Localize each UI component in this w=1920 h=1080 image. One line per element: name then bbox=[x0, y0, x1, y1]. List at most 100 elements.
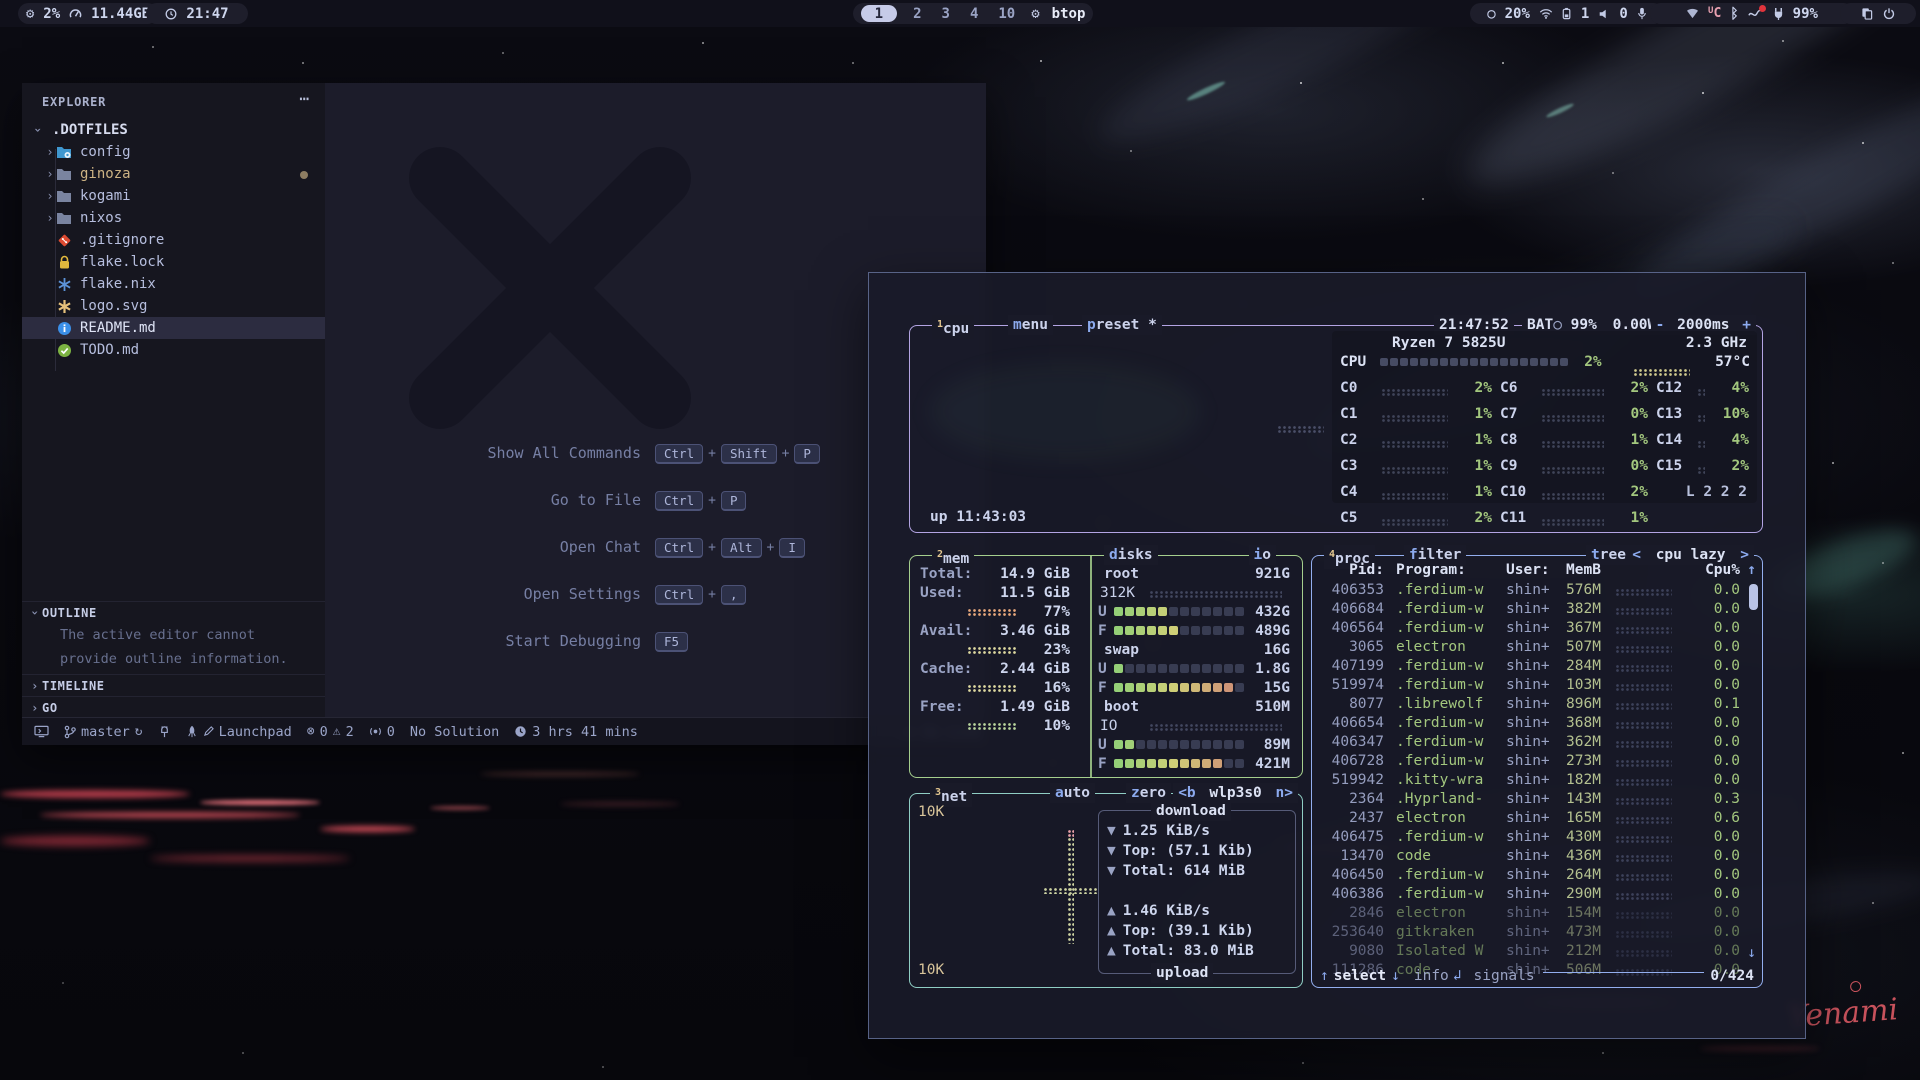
proc-cpu-graph bbox=[1616, 874, 1672, 881]
process-row-406353[interactable]: 406353.ferdium-wshin+576M0.0 bbox=[1312, 580, 1762, 599]
signals-hint[interactable]: signals bbox=[1474, 968, 1535, 984]
process-row-406654[interactable]: 406654.ferdium-wshin+368M0.0 bbox=[1312, 713, 1762, 732]
git-branch-item[interactable]: master ↻ bbox=[64, 724, 143, 740]
clock-pill[interactable]: 21:47 bbox=[146, 3, 248, 24]
disk-meter bbox=[1114, 683, 1246, 692]
outline-message: The active editor cannot provide outline… bbox=[60, 623, 300, 671]
root-folder-row[interactable]: › .DOTFILES bbox=[22, 119, 325, 141]
file-row-logo.svg[interactable]: logo.svg bbox=[22, 295, 325, 317]
sync-icon[interactable]: ↻ bbox=[135, 724, 143, 739]
process-row-406475[interactable]: 406475.ferdium-wshin+430M0.0 bbox=[1312, 827, 1762, 846]
disk-value: 432G bbox=[1246, 604, 1290, 620]
proc-program: .librewolf bbox=[1396, 696, 1500, 712]
core-name: C11 bbox=[1500, 510, 1542, 526]
brightness-icon: ○ bbox=[1487, 6, 1495, 22]
cpu-box-title[interactable]: 1cpu bbox=[932, 315, 974, 339]
process-row-8077[interactable]: 8077.librewolfshin+896M0.1 bbox=[1312, 694, 1762, 713]
net-auto-button[interactable]: auto bbox=[1050, 783, 1095, 803]
process-row-2437[interactable]: 2437electronshin+165M0.6 bbox=[1312, 808, 1762, 827]
btop-net-box: 3net auto zero <b wlp3s0 n> 10K 10K down… bbox=[909, 793, 1303, 988]
workspace-4[interactable]: 4 bbox=[966, 6, 982, 22]
workspace-10[interactable]: 10 bbox=[994, 6, 1019, 22]
hardware-status-pill[interactable]: ○ 20% 1 0 bbox=[1470, 3, 1664, 24]
process-row-2364[interactable]: 2364.Hyprland-shin+143M0.3 bbox=[1312, 789, 1762, 808]
launchpad-item[interactable]: Launchpad bbox=[186, 724, 292, 740]
workspace-3[interactable]: 3 bbox=[938, 6, 954, 22]
remote-indicator[interactable] bbox=[34, 725, 49, 738]
sort-direction-icon[interactable]: ↑ bbox=[1747, 562, 1756, 578]
process-row-519942[interactable]: 519942.kitty-wrashin+182M0.0 bbox=[1312, 770, 1762, 789]
process-row-3065[interactable]: 3065electronshin+507M0.0 bbox=[1312, 637, 1762, 656]
item-label: nixos bbox=[80, 210, 122, 226]
process-row-406347[interactable]: 406347.ferdium-wshin+362M0.0 bbox=[1312, 732, 1762, 751]
proc-pid: 406475 bbox=[1312, 829, 1384, 845]
proc-cpu: 0.0 bbox=[1676, 639, 1762, 655]
process-row-407199[interactable]: 407199.ferdium-wshin+284M0.0 bbox=[1312, 656, 1762, 675]
io-toggle[interactable]: io bbox=[1249, 545, 1276, 565]
core-name: C9 bbox=[1500, 458, 1542, 474]
cpu-preset-button[interactable]: preset * bbox=[1082, 315, 1162, 335]
info-hint[interactable]: info bbox=[1414, 968, 1449, 984]
process-row-2846[interactable]: 2846electronshin+154M0.0 bbox=[1312, 903, 1762, 922]
net-interface-switcher[interactable]: <b wlp3s0 n> bbox=[1173, 783, 1298, 803]
folder-row-ginoza[interactable]: ›ginoza bbox=[22, 163, 325, 185]
cpu-menu-button[interactable]: menu bbox=[1008, 315, 1053, 335]
process-row-406386[interactable]: 406386.ferdium-wshin+290M0.0 bbox=[1312, 884, 1762, 903]
port-forward-item[interactable] bbox=[158, 725, 171, 738]
disks-toggle[interactable]: disks bbox=[1104, 545, 1158, 565]
go-section-header[interactable]: › GO bbox=[22, 696, 325, 719]
col-pid: Pid: bbox=[1312, 562, 1384, 578]
process-row-13470[interactable]: 13470codeshin+436M0.0 bbox=[1312, 846, 1762, 865]
process-row-406728[interactable]: 406728.ferdium-wshin+273M0.0 bbox=[1312, 751, 1762, 770]
system-stats-pill[interactable]: ⚙ 2% 11.44GB bbox=[18, 3, 158, 24]
proc-mem: 264M bbox=[1566, 867, 1612, 883]
core-row-C14: C144% bbox=[1656, 427, 1749, 453]
explorer-more-actions-icon[interactable]: ⋯ bbox=[299, 89, 309, 108]
process-row-519974[interactable]: 519974.ferdium-wshin+103M0.0 bbox=[1312, 675, 1762, 694]
scroll-down-icon[interactable]: ↓ bbox=[1747, 945, 1756, 961]
process-row-406450[interactable]: 406450.ferdium-wshin+264M0.0 bbox=[1312, 865, 1762, 884]
folder-row-nixos[interactable]: ›nixos bbox=[22, 207, 325, 229]
chevron-right-icon: › bbox=[44, 167, 56, 181]
outline-section-header[interactable]: › OUTLINE bbox=[22, 601, 325, 624]
file-row-TODO.md[interactable]: TODO.md bbox=[22, 339, 325, 361]
power-icon bbox=[1883, 7, 1895, 20]
proc-cpu: 0.0 bbox=[1676, 620, 1762, 636]
file-row-README.md[interactable]: README.md bbox=[22, 317, 325, 339]
workspace-1[interactable]: 1 bbox=[861, 5, 897, 22]
net-zero-button[interactable]: zero bbox=[1126, 783, 1171, 803]
lock-icon bbox=[56, 254, 72, 270]
core-graph bbox=[1542, 389, 1604, 396]
select-hint[interactable]: select bbox=[1334, 968, 1386, 984]
process-row-406684[interactable]: 406684.ferdium-wshin+382M0.0 bbox=[1312, 599, 1762, 618]
wallpaper-red-lights bbox=[200, 800, 320, 805]
file-row-.gitignore[interactable]: .gitignore bbox=[22, 229, 325, 251]
timeline-section-header[interactable]: › TIMELINE bbox=[22, 674, 325, 697]
proc-scrollbar-thumb[interactable] bbox=[1749, 584, 1758, 610]
ports-item[interactable]: 0 bbox=[369, 724, 395, 740]
process-row-406564[interactable]: 406564.ferdium-wshin+367M0.0 bbox=[1312, 618, 1762, 637]
core-name: C1 bbox=[1340, 406, 1382, 422]
file-row-flake.nix[interactable]: flake.nix bbox=[22, 273, 325, 295]
workspace-2[interactable]: 2 bbox=[909, 6, 925, 22]
core-graph bbox=[1542, 441, 1604, 448]
proc-program: .ferdium-w bbox=[1396, 601, 1500, 617]
power-menu-pill[interactable] bbox=[1840, 3, 1916, 24]
kbd-key: Ctrl bbox=[655, 538, 703, 558]
folder-row-kogami[interactable]: ›kogami bbox=[22, 185, 325, 207]
process-row-9080[interactable]: 9080Isolated Wshin+212M0.0 bbox=[1312, 941, 1762, 960]
file-row-flake.lock[interactable]: flake.lock bbox=[22, 251, 325, 273]
explorer-sidebar: EXPLORER ⋯ › .DOTFILES ›config›ginoza›ko… bbox=[22, 83, 325, 717]
time-tracker-item[interactable]: 3 hrs 41 mins bbox=[514, 724, 638, 740]
core-graph bbox=[1382, 467, 1448, 474]
process-row-253640[interactable]: 253640gitkrakenshin+473M0.0 bbox=[1312, 922, 1762, 941]
tray-pill[interactable]: UC ᛒ 99% bbox=[1650, 3, 1854, 24]
folder-row-config[interactable]: ›config bbox=[22, 141, 325, 163]
problems-item[interactable]: ⊗ 0 ⚠ 2 bbox=[307, 724, 354, 740]
solution-item[interactable]: No Solution bbox=[410, 724, 499, 740]
col-mem: MemB bbox=[1566, 562, 1612, 578]
core-row-C8: C81% bbox=[1500, 427, 1648, 453]
load-average: L 2 2 2 bbox=[1686, 482, 1747, 501]
core-graph bbox=[1382, 493, 1448, 500]
proc-cpu-graph bbox=[1616, 627, 1672, 634]
